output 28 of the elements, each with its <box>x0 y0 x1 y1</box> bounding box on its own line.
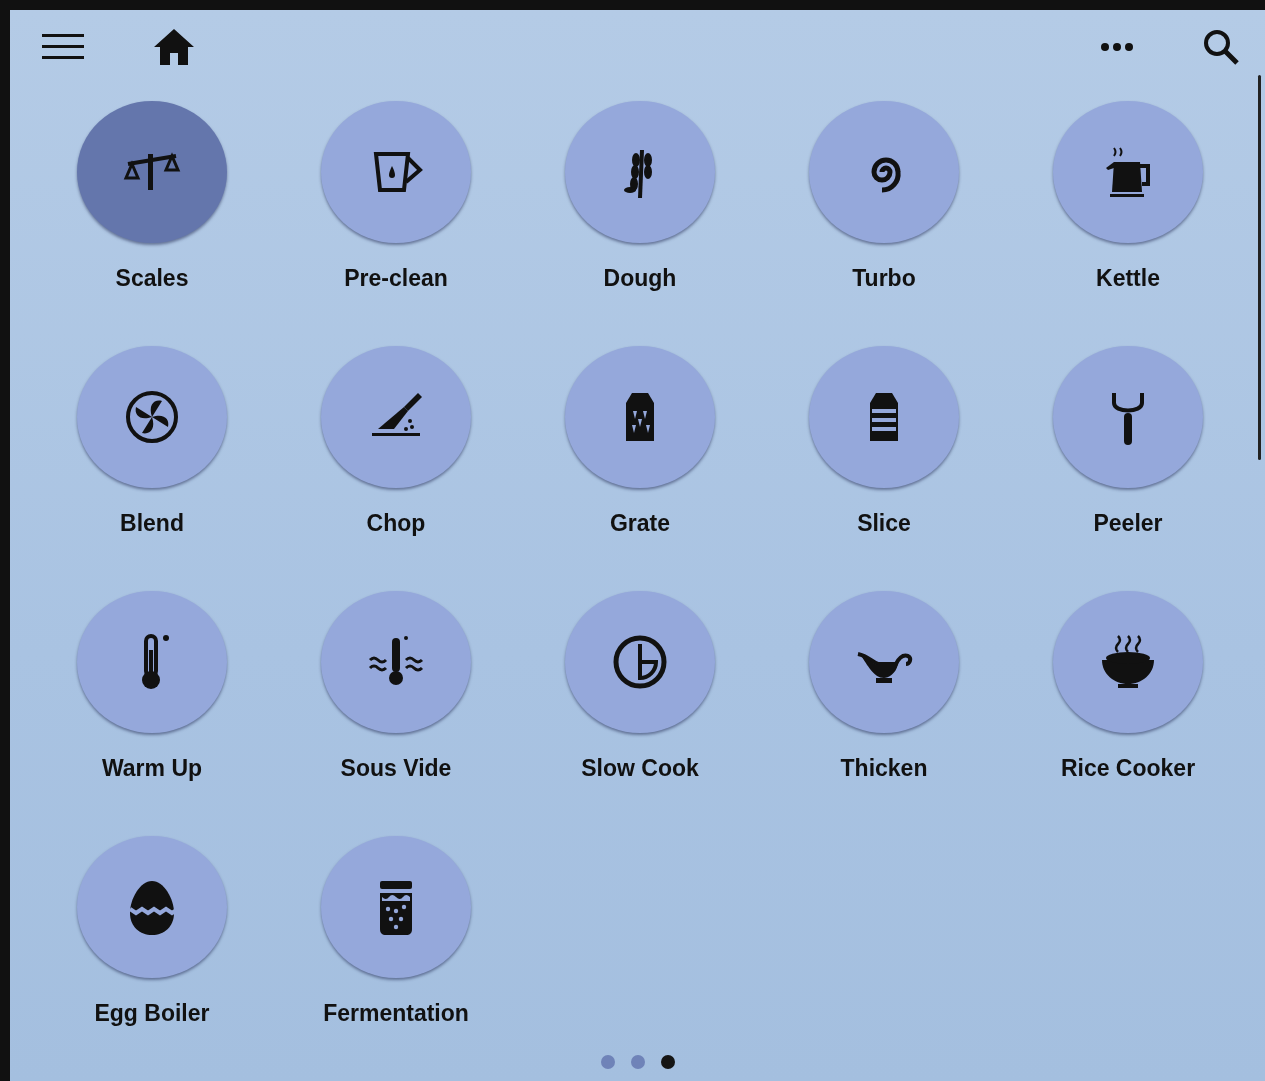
mode-label: Egg Boiler <box>94 1000 210 1027</box>
page-dot[interactable] <box>600 1055 615 1069</box>
menu-button[interactable] <box>42 33 84 60</box>
mode-label: Dough <box>603 265 677 292</box>
mode-label: Fermentation <box>323 1000 469 1027</box>
home-button[interactable] <box>154 28 194 65</box>
mode-label: Grate <box>609 510 671 537</box>
more-icon <box>1101 42 1133 51</box>
mode-label: Turbo <box>852 265 916 292</box>
mode-label: Thicken <box>840 755 928 782</box>
mode-label: Blend <box>120 510 184 537</box>
mode-label: Chop <box>366 510 426 537</box>
page-dot[interactable] <box>630 1055 645 1069</box>
more-button[interactable] <box>1101 42 1133 51</box>
mode-label: Peeler <box>1093 510 1163 537</box>
mode-label: Pre-clean <box>344 265 448 292</box>
home-icon <box>154 28 194 65</box>
mode-label: Sous Vide <box>340 755 452 782</box>
mode-label: Slow Cook <box>581 755 699 782</box>
mode-label: Kettle <box>1096 265 1160 292</box>
mode-label: Scales <box>115 265 189 292</box>
search-button[interactable] <box>1203 28 1239 65</box>
mode-label: Slice <box>857 510 911 537</box>
search-icon <box>1203 28 1239 65</box>
page-dot[interactable] <box>660 1055 675 1069</box>
mode-label: Warm Up <box>101 755 203 782</box>
menu-icon <box>42 33 84 60</box>
mode-label: Rice Cooker <box>1060 755 1196 782</box>
